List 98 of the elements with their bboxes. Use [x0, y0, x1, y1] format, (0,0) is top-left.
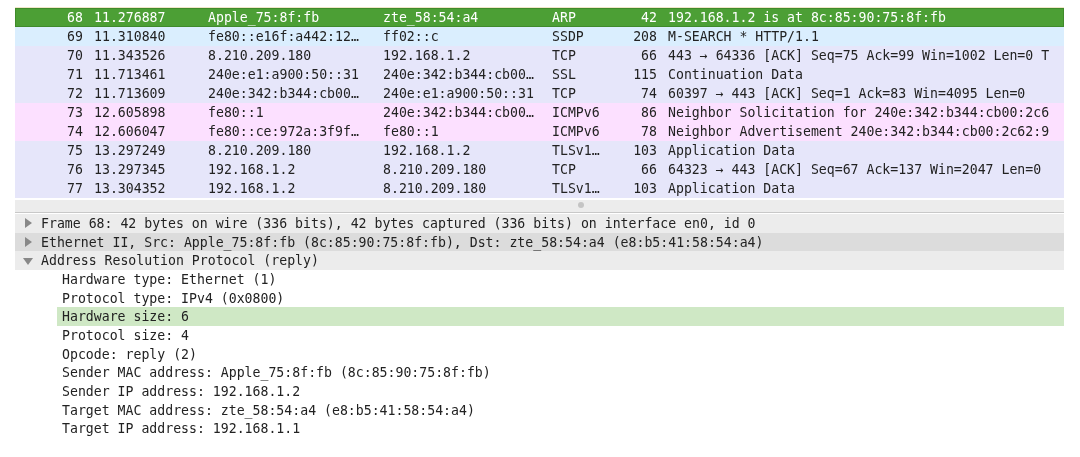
packet-source: Apple_75:8f:fb — [207, 10, 321, 25]
packet-source: fe80::ce:972a:3f9f… — [207, 124, 360, 139]
packet-source: 8.210.209.180 — [207, 143, 313, 158]
packet-number: 73 — [66, 105, 84, 120]
packet-source: 192.168.1.2 — [207, 162, 297, 177]
packet-time: 12.606047 — [93, 124, 167, 139]
packet-source: 240e:342:b344:cb00… — [207, 86, 360, 101]
packet-number: 76 — [66, 162, 84, 177]
packet-protocol: TCP — [551, 162, 577, 177]
packet-info: 60397 → 443 [ACK] Seq=1 Ack=83 Win=4095 Len=0 — [667, 86, 1027, 101]
packet-destination: zte_58:54:a4 — [382, 10, 480, 25]
detail-field[interactable]: Protocol size: 4 — [57, 326, 1064, 345]
packet-time: 11.276887 — [93, 10, 167, 25]
packet-number: 72 — [66, 86, 84, 101]
packet-source: fe80::e16f:a442:12… — [207, 29, 360, 44]
packet-time: 11.713461 — [93, 67, 167, 82]
expand-arrow-icon[interactable] — [23, 218, 33, 229]
packet-length: 66 — [640, 162, 658, 177]
packet-protocol: TLSv1… — [551, 181, 601, 196]
packet-number: 74 — [66, 124, 84, 139]
detail-label: Frame 68: 42 bytes on wire (336 bits), 42 bytes captured (336 bits) on interface en0, id 0 — [41, 215, 756, 231]
packet-time: 11.343526 — [93, 48, 167, 63]
packet-protocol: SSL — [551, 67, 577, 82]
packet-info: Application Data — [667, 143, 797, 158]
packet-info: 64323 → 443 [ACK] Seq=67 Ack=137 Win=2047 Len=0 — [667, 162, 1043, 177]
packet-destination: 240e:342:b344:cb00… — [382, 105, 535, 120]
packet-protocol: TCP — [551, 48, 577, 63]
collapse-arrow-icon[interactable] — [23, 255, 33, 266]
packet-info: Neighbor Solicitation for 240e:342:b344:cb00:2c6 — [667, 105, 1051, 120]
packet-length: 115 — [632, 67, 658, 82]
packet-time: 13.304352 — [93, 181, 167, 196]
packet-destination: 192.168.1.2 — [382, 143, 472, 158]
packet-time: 12.605898 — [93, 105, 167, 120]
packet-number: 70 — [66, 48, 84, 63]
detail-label: Ethernet II, Src: Apple_75:8f:fb (8c:85:90:75:8f:fb), Dst: zte_58:54:a4 (e8:b5:41:58:54:a4) — [41, 234, 764, 250]
packet-number: 75 — [66, 143, 84, 158]
packet-source: 240e:e1:a900:50::31 — [207, 67, 360, 82]
detail-label: Address Resolution Protocol (reply) — [41, 253, 319, 269]
horizontal-scrollbar[interactable] — [15, 200, 1064, 213]
detail-field[interactable]: Sender MAC address: Apple_75:8f:fb (8c:85:90:75:8f:fb) — [57, 363, 1064, 383]
detail-field[interactable]: Sender IP address: 192.168.1.2 — [57, 382, 1064, 401]
packet-source: 8.210.209.180 — [207, 48, 313, 63]
packet-length: 103 — [632, 181, 658, 196]
detail-field[interactable]: Protocol type: IPv4 (0x0800) — [57, 288, 1064, 308]
detail-field[interactable]: Target IP address: 192.168.1.1 — [57, 419, 1064, 439]
packet-info: Neighbor Advertisement 240e:342:b344:cb00:2c62:9 — [667, 124, 1051, 139]
packet-length: 78 — [640, 124, 658, 139]
packet-row[interactable]: 74 12.606047 fe80::ce:972a:3f9f… fe80::1 ICMPv6 78 Neighbor Advertisement 240e:342:b344:cb00:2c62:9 — [15, 122, 1064, 141]
packet-length: 86 — [640, 105, 658, 120]
packet-row[interactable]: 70 11.343526 8.210.209.180 192.168.1.2 TCP 66 443 → 64336 [ACK] Seq=75 Ack=99 Win=1002 Len=0 T — [15, 46, 1064, 65]
packet-protocol: TCP — [551, 86, 577, 101]
packet-info: 443 → 64336 [ACK] Seq=75 Ack=99 Win=1002 Len=0 T — [667, 48, 1051, 63]
packet-time: 11.310840 — [93, 29, 167, 44]
packet-length: 208 — [632, 29, 658, 44]
packet-row[interactable]: 73 12.605898 fe80::1 240e:342:b344:cb00… ICMPv6 86 Neighbor Solicitation for 240e:342:b344:cb00:2c6 — [15, 103, 1064, 122]
packet-info: M-SEARCH * HTTP/1.1 — [667, 29, 820, 44]
expand-arrow-icon[interactable] — [23, 237, 33, 248]
detail-field[interactable]: Hardware type: Ethernet (1) — [57, 270, 1064, 289]
packet-info: 192.168.1.2 is at 8c:85:90:75:8f:fb — [667, 10, 947, 25]
packet-length: 74 — [640, 86, 658, 101]
packet-number: 77 — [66, 181, 84, 196]
packet-source: 192.168.1.2 — [207, 181, 297, 196]
packet-length: 66 — [640, 48, 658, 63]
detail-field[interactable]: Opcode: reply (2) — [57, 344, 1064, 364]
packet-number: 69 — [66, 29, 84, 44]
packet-row[interactable]: 76 13.297345 192.168.1.2 8.210.209.180 TCP 66 64323 → 443 [ACK] Seq=67 Ack=137 Win=2047 Len=0 — [15, 160, 1064, 179]
detail-tree-row[interactable]: Frame 68: 42 bytes on wire (336 bits), 42 bytes captured (336 bits) on interface en0, id 0 — [15, 214, 1064, 233]
detail-field[interactable]: Target MAC address: zte_58:54:a4 (e8:b5:41:58:54:a4) — [57, 400, 1064, 420]
packet-number: 71 — [66, 67, 84, 82]
packet-info: Continuation Data — [667, 67, 804, 82]
packet-row[interactable]: 77 13.304352 192.168.1.2 8.210.209.180 TLSv1… 103 Application Data — [15, 179, 1064, 198]
packet-row[interactable]: 75 13.297249 8.210.209.180 192.168.1.2 TLSv1… 103 Application Data — [15, 141, 1064, 160]
packet-length: 42 — [640, 10, 658, 25]
packet-source: fe80::1 — [207, 105, 265, 120]
packet-destination: 8.210.209.180 — [382, 162, 488, 177]
packet-destination: 192.168.1.2 — [382, 48, 472, 63]
packet-row[interactable]: 69 11.310840 fe80::e16f:a442:12… ff02::c SSDP 208 M-SEARCH * HTTP/1.1 — [15, 27, 1064, 46]
packet-destination: 240e:e1:a900:50::31 — [382, 86, 535, 101]
packet-row[interactable]: 72 11.713609 240e:342:b344:cb00… 240e:e1:a900:50::31 TCP 74 60397 → 443 [ACK] Seq=1 Ack=83 Win=4095 Len=0 — [15, 84, 1064, 103]
packet-protocol: ARP — [551, 10, 577, 25]
packet-row[interactable]: 71 11.713461 240e:e1:a900:50::31 240e:342:b344:cb00… SSL 115 Continuation Data — [15, 65, 1064, 84]
packet-info: Application Data — [667, 181, 797, 196]
detail-tree-row[interactable]: Address Resolution Protocol (reply) — [15, 251, 1064, 271]
packet-protocol: TLSv1… — [551, 143, 601, 158]
packet-destination: 240e:342:b344:cb00… — [382, 67, 535, 82]
packet-destination: ff02::c — [382, 29, 440, 44]
packet-time: 13.297249 — [93, 143, 167, 158]
packet-time: 13.297345 — [93, 162, 167, 177]
detail-field[interactable]: Hardware size: 6 — [57, 307, 1064, 327]
scroll-thumb[interactable] — [578, 202, 584, 208]
packet-destination: fe80::1 — [382, 124, 440, 139]
packet-protocol: ICMPv6 — [551, 105, 601, 120]
packet-time: 11.713609 — [93, 86, 167, 101]
packet-number: 68 — [66, 10, 84, 25]
packet-protocol: ICMPv6 — [551, 124, 601, 139]
packet-protocol: SSDP — [551, 29, 585, 44]
packet-length: 103 — [632, 143, 658, 158]
packet-destination: 8.210.209.180 — [382, 181, 488, 196]
